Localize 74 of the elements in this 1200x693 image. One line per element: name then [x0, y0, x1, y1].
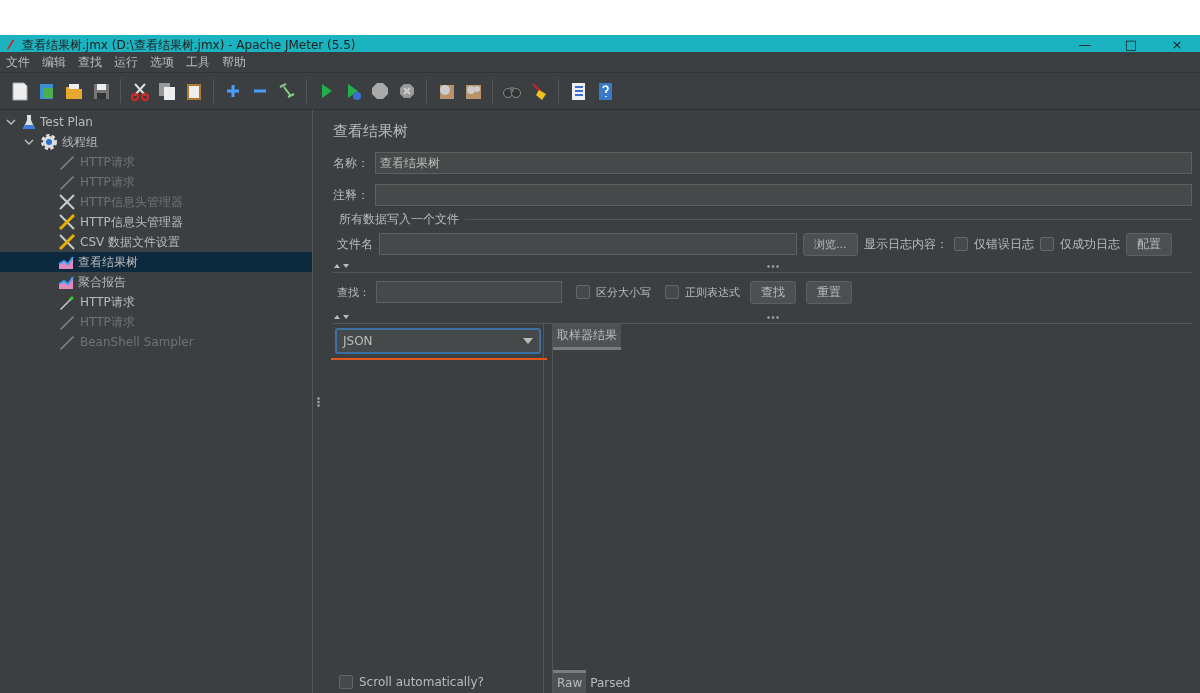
caret-down-icon: [523, 338, 533, 344]
checkbox-label: 正则表达式: [685, 284, 740, 300]
tree-item[interactable]: CSV 数据文件设置: [0, 232, 312, 252]
reset-button[interactable]: 重置: [806, 280, 852, 304]
filename-field[interactable]: [379, 233, 797, 255]
browse-button[interactable]: 浏览...: [803, 232, 858, 256]
search-field[interactable]: [376, 281, 562, 303]
checkbox-label: Scroll automatically?: [359, 675, 484, 689]
menu-item[interactable]: 编辑: [38, 53, 74, 71]
grip-icon[interactable]: [766, 315, 779, 319]
close-button[interactable]: ×: [1154, 38, 1200, 52]
tools-icon: [58, 213, 76, 231]
checkbox-label: 仅成功日志: [1059, 235, 1120, 253]
comment-field[interactable]: [375, 184, 1192, 206]
save-icon[interactable]: [91, 81, 111, 101]
field-label: 显示日志内容：: [863, 235, 948, 253]
tree-item[interactable]: 线程组: [0, 132, 312, 152]
field-label: 查找：: [337, 284, 370, 300]
flask-icon: [22, 114, 36, 130]
broom-icon[interactable]: [529, 81, 549, 101]
copy-icon[interactable]: [157, 81, 177, 101]
shutdown-icon[interactable]: [397, 81, 417, 101]
clipboard-icon[interactable]: [184, 81, 204, 101]
panel-title: 查看结果树: [333, 121, 409, 142]
tree-item[interactable]: HTTP请求: [0, 292, 312, 312]
window-title: 查看结果树.jmx (D:\查看结果树.jmx) - Apache JMeter (5.5): [22, 38, 356, 52]
checkbox-label: 仅错误日志: [973, 235, 1034, 253]
pipette-icon: [58, 294, 76, 310]
tab[interactable]: 取样器结果: [553, 324, 621, 350]
menu-item[interactable]: 选项: [146, 53, 182, 71]
new-document-icon[interactable]: [10, 81, 30, 101]
menu-item[interactable]: 工具: [182, 53, 218, 71]
renderer-dropdown[interactable]: JSON: [335, 328, 541, 354]
menu-item[interactable]: 查找: [74, 53, 110, 71]
checkbox-label: 区分大小写: [596, 284, 651, 300]
config-button[interactable]: 配置: [1125, 232, 1172, 256]
tab[interactable]: Raw: [553, 670, 587, 693]
tree-item[interactable]: Test Plan: [0, 112, 312, 132]
maximize-button[interactable]: □: [1108, 38, 1154, 52]
gear-icon: [40, 133, 58, 151]
field-label: 名称：: [333, 154, 369, 172]
checkbox[interactable]: [953, 237, 968, 251]
pen-icon: [58, 334, 76, 350]
tree-item[interactable]: 查看结果树: [0, 252, 312, 272]
checkbox[interactable]: [339, 675, 353, 689]
pen-icon: [58, 314, 76, 330]
toggle-icon[interactable]: [277, 81, 297, 101]
pen-icon: [58, 154, 76, 170]
tree-item[interactable]: HTTP信息头管理器: [0, 212, 312, 232]
pen-icon: [58, 174, 76, 190]
menu-item[interactable]: 运行: [110, 53, 146, 71]
minimize-button[interactable]: —: [1062, 38, 1108, 52]
menu-item[interactable]: 帮助: [218, 53, 254, 71]
folder-icon[interactable]: [64, 81, 84, 101]
tools-icon: [58, 193, 76, 211]
tools-icon: [58, 233, 76, 251]
chart-icon: [58, 274, 74, 290]
field-label: 文件名: [337, 235, 373, 253]
stop-icon[interactable]: [370, 81, 390, 101]
checkbox[interactable]: [665, 285, 679, 299]
checkbox[interactable]: [1039, 237, 1054, 251]
chart-icon: [58, 254, 74, 270]
tree-item[interactable]: 聚合报告: [0, 272, 312, 292]
feather-icon: [4, 38, 16, 52]
name-field[interactable]: 查看结果树: [375, 152, 1192, 174]
tab[interactable]: Parsed: [586, 670, 635, 693]
checkbox[interactable]: [576, 285, 590, 299]
group-title: 所有数据写入一个文件: [338, 211, 459, 228]
find-button[interactable]: 查找: [750, 280, 796, 304]
scissors-icon[interactable]: [130, 81, 150, 101]
grip-icon[interactable]: [316, 396, 320, 407]
menu-item[interactable]: 文件: [2, 53, 38, 71]
field-label: 注释：: [333, 186, 369, 204]
grip-icon[interactable]: [766, 264, 779, 268]
